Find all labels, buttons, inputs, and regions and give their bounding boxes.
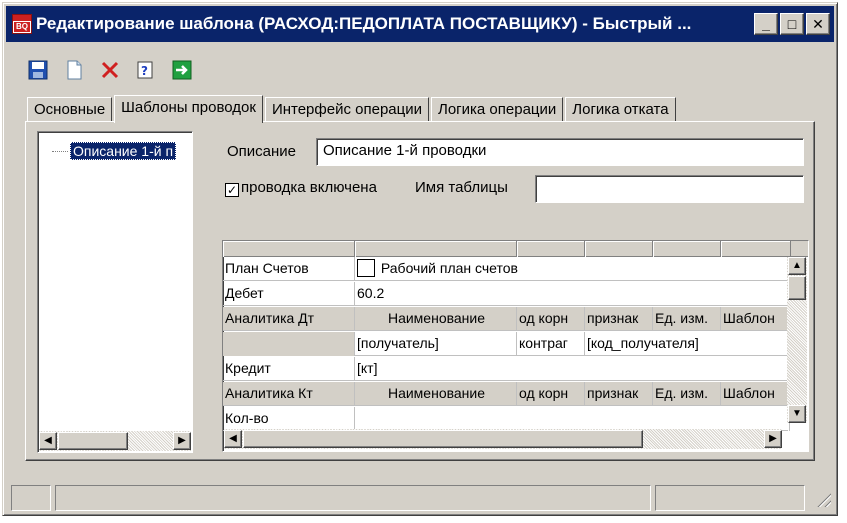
row-label: Дебет — [223, 282, 355, 306]
status-panel — [55, 485, 651, 511]
scroll-right-button[interactable]: ▶ — [173, 432, 191, 450]
minimize-icon: _ — [762, 16, 770, 32]
window-title: Редактирование шаблона (РАСХОД:ПЕДОПЛАТА… — [36, 14, 692, 33]
table-row: Аналитика Дт Наименование од корн призна… — [223, 307, 790, 331]
subheader-cell: од корн — [517, 382, 585, 406]
app-icon: BQ — [12, 14, 32, 34]
row-label: Кредит — [223, 357, 355, 381]
grid-header-cell — [223, 241, 355, 257]
subheader-cell: Наименование — [355, 307, 517, 331]
subheader-cell: Шаблон — [721, 307, 790, 331]
table-name-label: Имя таблицы — [415, 179, 508, 196]
tab-rollback-logic[interactable]: Логика отката — [565, 97, 676, 122]
row-label — [223, 332, 355, 356]
grid-vscrollbar[interactable]: ▲ ▼ — [787, 257, 807, 423]
maximize-icon: □ — [787, 16, 797, 32]
description-label: Описание — [227, 143, 297, 160]
enabled-checkbox[interactable]: ✓ проводка включена — [225, 179, 377, 197]
entry-grid[interactable]: План Счетов Рабочий план счетов Дебет 60… — [222, 240, 809, 452]
delete-icon[interactable] — [97, 57, 123, 83]
table-row: Аналитика Кт Наименование од корн призна… — [223, 382, 790, 406]
row-value[interactable] — [355, 407, 790, 431]
subheader-cell: признак — [585, 307, 653, 331]
status-panel — [11, 485, 51, 511]
scroll-thumb[interactable] — [788, 276, 806, 300]
subheader-cell: од корн — [517, 307, 585, 331]
grid-header-cell — [355, 241, 517, 257]
svg-text:?: ? — [141, 64, 148, 78]
row-value[interactable]: [кт] — [355, 357, 790, 381]
grid-header — [223, 241, 808, 257]
toolbar: ? — [25, 55, 195, 85]
account-plan-box[interactable] — [357, 259, 375, 277]
grid-header-cell — [585, 241, 653, 257]
status-panel — [655, 485, 805, 511]
analytic-cell[interactable]: контраг — [517, 332, 585, 356]
close-icon: ✕ — [812, 16, 824, 32]
status-bar — [11, 485, 833, 511]
maximize-button[interactable]: □ — [780, 13, 804, 35]
row-label: Аналитика Дт — [223, 307, 355, 331]
help-icon[interactable]: ? — [133, 57, 159, 83]
tree-connector — [52, 150, 68, 152]
account-plan-value: Рабочий план счетов — [380, 260, 518, 276]
tree-item-label: Описание 1-й п — [70, 142, 177, 160]
table-row[interactable]: Дебет 60.2 — [223, 282, 790, 306]
subheader-cell: Наименование — [355, 382, 517, 406]
save-icon[interactable] — [25, 57, 51, 83]
table-row[interactable]: Кол-во — [223, 407, 790, 431]
table-row[interactable]: План Счетов Рабочий план счетов — [223, 257, 790, 281]
analytic-cell[interactable]: [получатель] — [355, 332, 517, 356]
scroll-thumb[interactable] — [58, 432, 128, 450]
tab-operation-interface[interactable]: Интерфейс операции — [264, 97, 429, 122]
table-name-input[interactable] — [535, 175, 804, 203]
scroll-up-button[interactable]: ▲ — [788, 257, 806, 275]
scroll-down-button[interactable]: ▼ — [788, 405, 806, 423]
grid-header-cell — [721, 241, 791, 257]
scroll-left-button[interactable]: ◀ — [224, 430, 242, 448]
check-icon: ✓ — [225, 183, 239, 197]
tree-hscrollbar[interactable]: ◀ ▶ — [39, 431, 191, 451]
tree-item[interactable]: Описание 1-й п — [52, 142, 188, 160]
exit-icon[interactable] — [169, 57, 195, 83]
grid-header-cell — [517, 241, 585, 257]
row-value[interactable]: 60.2 — [355, 282, 790, 306]
grid-header-cell — [653, 241, 721, 257]
new-document-icon[interactable] — [61, 57, 87, 83]
title-bar[interactable]: BQ Редактирование шаблона (РАСХОД:ПЕДОПЛ… — [6, 6, 834, 42]
enabled-label: проводка включена — [241, 179, 377, 196]
grid-hscrollbar[interactable]: ◀ ▶ — [224, 429, 782, 449]
row-label: План Счетов — [223, 257, 355, 281]
subheader-cell: Ед. изм. — [653, 382, 721, 406]
minimize-button[interactable]: _ — [754, 13, 778, 35]
analytic-cell[interactable]: [код_получателя] — [585, 332, 790, 356]
description-input[interactable]: Описание 1-й проводки — [316, 138, 804, 166]
row-label: Аналитика Кт — [223, 382, 355, 406]
dialog-window: BQ Редактирование шаблона (РАСХОД:ПЕДОПЛ… — [2, 2, 838, 516]
entries-tree[interactable]: Описание 1-й п ◀ ▶ — [37, 131, 193, 453]
subheader-cell: Ед. изм. — [653, 307, 721, 331]
row-label: Кол-во — [223, 407, 355, 431]
row-value[interactable]: Рабочий план счетов — [355, 257, 790, 281]
table-row[interactable]: [получатель] контраг [код_получателя] — [223, 332, 790, 356]
table-row[interactable]: Кредит [кт] — [223, 357, 790, 381]
tab-operation-logic[interactable]: Логика операции — [430, 97, 564, 122]
subheader-cell: признак — [585, 382, 653, 406]
tab-main[interactable]: Основные — [27, 97, 113, 122]
scroll-thumb[interactable] — [243, 430, 643, 448]
scroll-right-button[interactable]: ▶ — [764, 430, 782, 448]
close-button[interactable]: ✕ — [806, 13, 830, 35]
scroll-left-button[interactable]: ◀ — [39, 432, 57, 450]
subheader-cell: Шаблон — [721, 382, 790, 406]
tab-entry-templates[interactable]: Шаблоны проводок — [114, 95, 263, 123]
tab-strip: Основные Шаблоны проводок Интерфейс опер… — [27, 95, 678, 123]
